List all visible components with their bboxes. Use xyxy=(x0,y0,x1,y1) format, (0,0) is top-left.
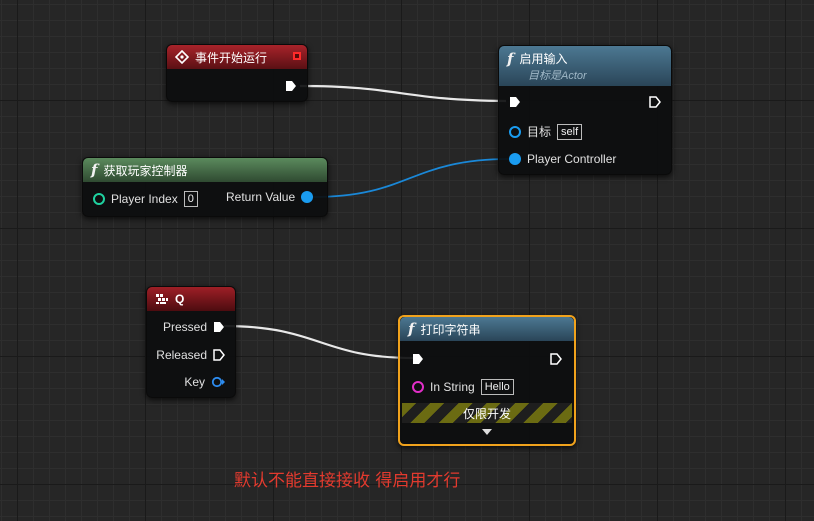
expand-arrow-icon[interactable] xyxy=(481,428,493,436)
in-string-pin-row[interactable]: In String Hello xyxy=(412,379,514,395)
key-q-header[interactable]: Q xyxy=(147,287,235,311)
exec-in-pin-icon[interactable] xyxy=(412,353,424,365)
key-q-event-node[interactable]: Q Pressed Released Key xyxy=(146,286,236,398)
function-icon: f xyxy=(507,50,514,68)
player-controller-pin-icon[interactable] xyxy=(509,153,521,165)
return-value-pin-icon[interactable] xyxy=(301,191,314,203)
player-index-value[interactable]: 0 xyxy=(183,191,198,207)
event-diamond-icon xyxy=(175,50,189,64)
exec-wire-begin-to-enable xyxy=(299,84,507,103)
function-icon: f xyxy=(408,320,415,338)
player-index-label: Player Index xyxy=(111,192,178,206)
player-controller-pin-row[interactable]: Player Controller xyxy=(509,152,616,166)
key-label: Key xyxy=(184,375,205,389)
pressed-pin-row[interactable]: Pressed xyxy=(163,320,225,334)
return-value-pin-row[interactable]: Return Value xyxy=(226,190,314,204)
exec-out-pin-icon[interactable] xyxy=(550,353,562,365)
get-player-controller-header[interactable]: f 获取玩家控制器 xyxy=(83,158,327,182)
exec-wire-pressed-to-print xyxy=(223,324,415,360)
in-string-label: In String xyxy=(430,380,475,394)
key-struct-pin-icon[interactable] xyxy=(211,376,225,388)
exec-out-pin-icon[interactable] xyxy=(649,96,661,108)
key-q-title: Q xyxy=(175,292,185,306)
player-controller-label: Player Controller xyxy=(527,152,617,166)
released-pin-row[interactable]: Released xyxy=(156,348,225,362)
print-string-title: 打印字符串 xyxy=(420,322,481,337)
target-pin-icon[interactable] xyxy=(509,125,521,138)
event-begin-play-header[interactable]: 事件开始运行 xyxy=(167,45,307,69)
player-index-pin-icon[interactable] xyxy=(93,193,105,205)
key-pin-row[interactable]: Key xyxy=(184,375,225,389)
released-exec-pin-icon[interactable] xyxy=(213,349,225,361)
pressed-label: Pressed xyxy=(162,320,207,334)
keyboard-icon xyxy=(156,294,168,304)
event-begin-play-title: 事件开始运行 xyxy=(195,50,268,65)
event-begin-play-node[interactable]: 事件开始运行 xyxy=(166,44,308,102)
development-only-banner: 仅限开发 xyxy=(402,403,572,423)
in-string-pin-icon[interactable] xyxy=(412,381,424,393)
development-only-label: 仅限开发 xyxy=(462,406,511,421)
player-index-pin-row[interactable]: Player Index 0 xyxy=(93,191,198,207)
enable-input-header[interactable]: f 启用输入 目标是Actor xyxy=(499,46,671,86)
print-string-header[interactable]: f 打印字符串 xyxy=(400,317,574,341)
enable-input-title: 启用输入 xyxy=(519,52,568,66)
get-player-controller-node[interactable]: f 获取玩家控制器 Player Index 0 Return Value xyxy=(82,157,328,217)
target-label: 目标 xyxy=(527,125,552,139)
target-value[interactable]: self xyxy=(557,123,583,140)
delegate-pin-icon[interactable] xyxy=(293,52,301,60)
enable-input-node[interactable]: f 启用输入 目标是Actor 目标 self Player Controlle… xyxy=(498,45,672,175)
target-pin-row[interactable]: 目标 self xyxy=(509,123,583,140)
enable-input-subtitle: 目标是Actor xyxy=(528,70,587,82)
exec-in-pin-icon[interactable] xyxy=(509,96,521,108)
print-string-node[interactable]: f 打印字符串 In String Hello 仅限开发 xyxy=(398,315,576,446)
function-icon: f xyxy=(91,161,98,179)
in-string-value[interactable]: Hello xyxy=(480,379,514,395)
pressed-exec-pin-icon[interactable] xyxy=(213,321,225,333)
return-value-label: Return Value xyxy=(226,190,296,204)
annotation-comment: 默认不能直接接收 得启用才行 xyxy=(234,471,461,491)
exec-out-pin-icon[interactable] xyxy=(285,80,297,92)
object-wire-pc-to-enable xyxy=(312,158,511,198)
released-label: Released xyxy=(156,348,207,362)
get-player-controller-title: 获取玩家控制器 xyxy=(103,163,188,178)
